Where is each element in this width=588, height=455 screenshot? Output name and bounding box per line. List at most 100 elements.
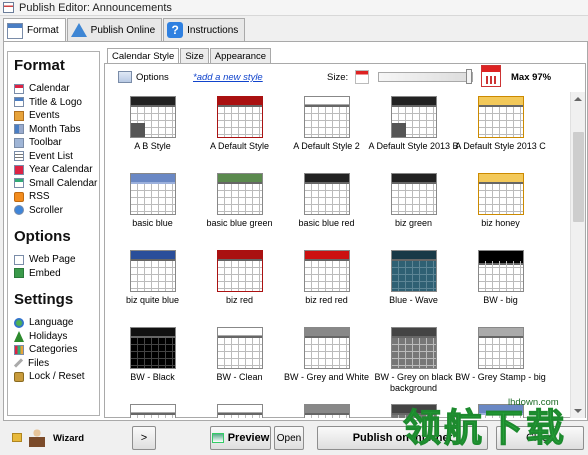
preview-day-grid — [392, 261, 436, 291]
calendar-preview-image — [217, 250, 263, 292]
preview-header — [479, 328, 523, 336]
preview-day-grid — [479, 107, 523, 137]
scroll-down-icon[interactable] — [574, 409, 582, 413]
style-thumbnail-item[interactable]: basic blue green — [196, 169, 283, 246]
preview-day-grid — [479, 261, 523, 291]
preview-day-grid — [479, 415, 523, 418]
style-thumbnail-item[interactable]: biz quite blue — [109, 246, 196, 323]
style-name: basic blue red — [298, 218, 355, 228]
sidebar-item-title-logo[interactable]: Title & Logo — [14, 96, 99, 110]
style-thumbnail-item[interactable] — [283, 400, 370, 418]
preview-day-grid — [218, 261, 262, 291]
tab-calendar-style[interactable]: Calendar Style — [107, 48, 180, 64]
size-slider[interactable] — [378, 72, 473, 82]
style-thumbnail-item[interactable]: BW - Grey and White — [283, 323, 370, 400]
sidebar-item-scroller[interactable]: Scroller — [14, 204, 99, 218]
events-icon — [14, 110, 24, 121]
gallery-scrollbar[interactable] — [570, 92, 585, 418]
size-slider-thumb[interactable] — [466, 69, 472, 84]
close-button[interactable]: Close — [496, 426, 584, 450]
app-icon — [3, 2, 14, 13]
style-thumbnail-item[interactable]: biz red — [196, 246, 283, 323]
scroll-up-icon[interactable] — [574, 97, 582, 101]
sidebar-item-lock-reset[interactable]: Lock / Reset — [14, 370, 99, 384]
style-name: BW - Black — [130, 372, 175, 382]
calendar-preview-image — [478, 404, 524, 418]
style-thumbnail-item[interactable]: basic blue — [109, 169, 196, 246]
calendar-preview-image — [130, 173, 176, 215]
style-thumbnail-item[interactable]: A B Style — [109, 92, 196, 169]
style-thumbnail-item[interactable]: A Default Style 2013 C — [455, 92, 546, 169]
tab-size[interactable]: Size — [180, 48, 209, 63]
calendar-preview-image — [217, 404, 263, 418]
style-name: biz red — [225, 295, 253, 305]
style-thumbnail-item[interactable]: BW - Grey on black background — [370, 323, 457, 400]
style-name: BW - Grey and White — [283, 372, 370, 382]
sidebar-item-label: Web Page — [29, 254, 76, 266]
scrollbar-thumb[interactable] — [573, 132, 584, 222]
style-name: A Default Style 2 — [293, 141, 360, 151]
sidebar-item-rss[interactable]: RSS — [14, 190, 99, 204]
sidebar-item-categories[interactable]: Categories — [14, 343, 99, 357]
calendar-preview-image — [217, 173, 263, 215]
style-thumbnail-item[interactable]: A Default Style 2013 B — [368, 92, 459, 169]
preview-day-grid — [131, 107, 175, 137]
add-style-link[interactable]: *add a new style — [193, 72, 263, 83]
calendar-preview-image — [217, 96, 263, 138]
style-thumbnail-item[interactable]: BW - Black — [109, 323, 196, 400]
style-name: A Default Style 2013 C — [455, 141, 546, 151]
style-thumbnail-item[interactable] — [457, 400, 544, 418]
sidebar-item-small-calendar[interactable]: Small Calendar — [14, 177, 99, 191]
style-thumbnail-item[interactable]: A Default Style — [196, 92, 283, 169]
sidebar-item-language[interactable]: Language — [14, 316, 99, 330]
upload-arrow-icon — [70, 23, 87, 37]
tab-format[interactable]: Format — [3, 18, 66, 42]
style-thumbnail-item[interactable] — [370, 400, 457, 418]
format-section-title: Format — [14, 57, 65, 74]
open-button[interactable]: Open — [274, 426, 304, 450]
next-button[interactable]: > — [132, 426, 156, 450]
style-thumbnail-item[interactable] — [109, 400, 196, 418]
wizard-label[interactable]: Wizard — [53, 433, 84, 444]
calendar-preview-image — [130, 96, 176, 138]
event-list-icon — [14, 151, 24, 162]
tab-publish-online[interactable]: Publish Online — [66, 18, 163, 41]
style-thumbnail-item[interactable]: biz honey — [457, 169, 544, 246]
sidebar-item-holidays[interactable]: Holidays — [14, 330, 99, 344]
wizard-icon[interactable] — [29, 427, 45, 447]
tab-instructions[interactable]: ? Instructions — [163, 18, 246, 41]
tab-appearance[interactable]: Appearance — [209, 48, 272, 63]
preview-header — [305, 97, 349, 105]
options-label[interactable]: Options — [136, 72, 169, 83]
style-thumbnail-item[interactable]: Blue - Wave — [370, 246, 457, 323]
sub-tab-strip: Calendar Style Size Appearance — [104, 47, 584, 64]
style-thumbnail-item[interactable]: biz red red — [283, 246, 370, 323]
sidebar-item-web-page[interactable]: Web Page — [14, 253, 99, 267]
sidebar-item-embed[interactable]: Embed — [14, 267, 99, 281]
sidebar-item-month-tabs[interactable]: Month Tabs — [14, 123, 99, 137]
sidebar-item-toolbar[interactable]: Toolbar — [14, 136, 99, 150]
style-thumbnail-item[interactable] — [196, 400, 283, 418]
preview-header — [131, 405, 175, 413]
style-thumbnail-item[interactable]: BW - Grey Stamp - big — [455, 323, 546, 400]
tab-publish-online-label: Publish Online — [90, 24, 156, 36]
preview-header — [392, 251, 436, 259]
style-thumbnail-item[interactable]: A Default Style 2 — [283, 92, 370, 169]
format-calendar-icon — [7, 22, 23, 39]
calendar-preview-image — [304, 96, 350, 138]
sidebar-item-events[interactable]: Events — [14, 109, 99, 123]
sidebar-item-label: Holidays — [29, 330, 68, 342]
sidebar-item-files[interactable]: Files — [13, 357, 99, 371]
style-thumbnail-item[interactable]: biz green — [370, 169, 457, 246]
month-tabs-icon — [14, 124, 24, 135]
style-thumbnail-item[interactable]: BW - big — [457, 246, 544, 323]
options-icon[interactable] — [118, 71, 132, 83]
folder-icon[interactable] — [12, 433, 22, 442]
style-thumbnail-item[interactable]: basic blue red — [283, 169, 370, 246]
preview-button[interactable]: Preview — [210, 426, 271, 450]
style-thumbnail-item[interactable]: BW - Clean — [196, 323, 283, 400]
publish-button[interactable]: Publish on Internet — [317, 426, 488, 450]
sidebar-item-event-list[interactable]: Event List — [14, 150, 99, 164]
sidebar-item-year-calendar[interactable]: Year Calendar — [14, 163, 99, 177]
sidebar-item-calendar[interactable]: Calendar — [14, 82, 99, 96]
